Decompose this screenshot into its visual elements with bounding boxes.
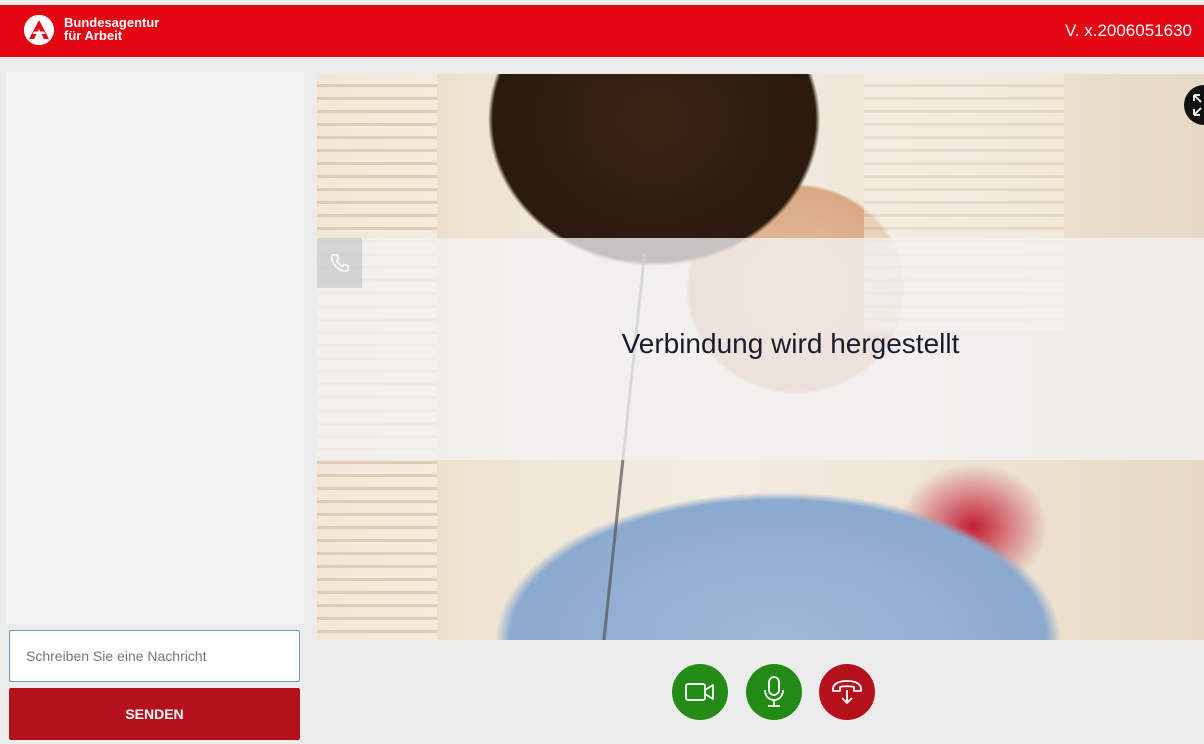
logo-icon: [24, 15, 54, 45]
microphone-icon: [764, 676, 784, 707]
phone-toggle-button[interactable]: [317, 238, 362, 288]
fullscreen-icon: [1193, 94, 1202, 116]
send-button[interactable]: SENDEN: [9, 688, 300, 740]
header-bar: Bundesagentur für Arbeit V. x.2006051630: [0, 5, 1204, 57]
call-controls: [672, 664, 882, 724]
hang-up-button[interactable]: [819, 664, 875, 720]
camera-toggle-button[interactable]: [672, 664, 728, 720]
bundesagentur-logo: [24, 15, 54, 45]
video-stream: Verbindung wird hergestellt: [317, 74, 1204, 640]
chat-message-area: [6, 72, 304, 624]
connection-status: Verbindung wird hergestellt: [621, 328, 960, 359]
message-input[interactable]: [9, 630, 300, 682]
brand-line-2: für Arbeit: [64, 28, 123, 43]
brand-name: Bundesagentur für Arbeit: [64, 16, 159, 42]
phone-icon: [330, 254, 349, 272]
hang-up-icon: [832, 680, 862, 705]
camera-icon: [685, 683, 714, 701]
version-label: V. x.2006051630: [1065, 21, 1192, 40]
microphone-toggle-button[interactable]: [746, 664, 802, 720]
